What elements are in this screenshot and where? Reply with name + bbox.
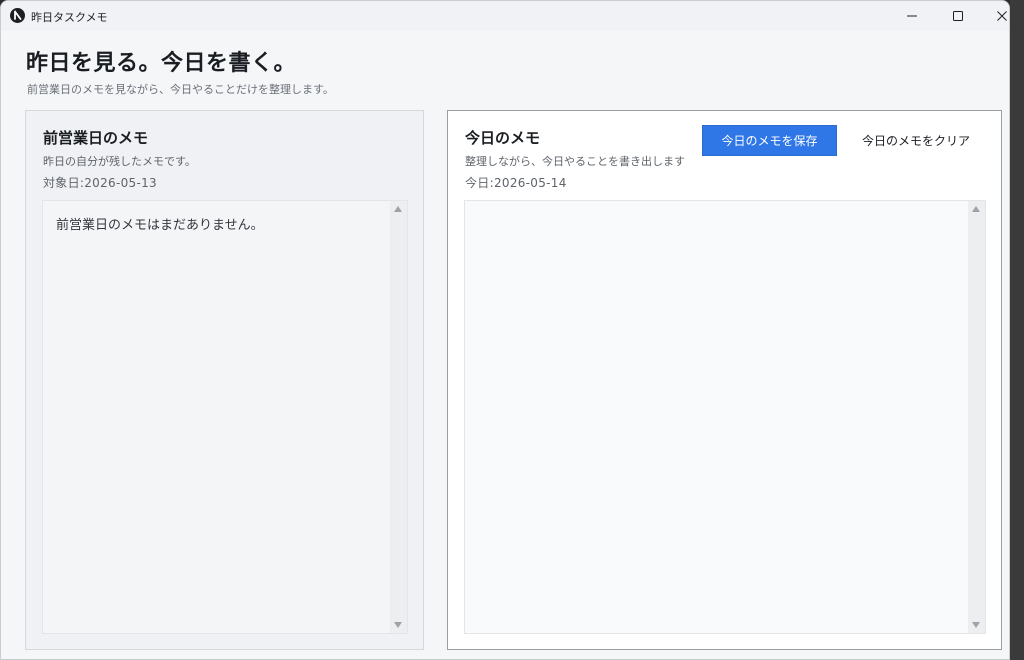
previous-memo-scrollbar[interactable] [390,201,407,633]
today-memo-textarea[interactable] [464,200,986,634]
today-memo-date: 今日:2026-05-14 [465,176,567,190]
previous-memo-panel: 前営業日のメモ 昨日の自分が残したメモです。 対象日:2026-05-13 前営… [25,110,424,650]
scroll-down-arrow-icon[interactable] [394,622,402,628]
today-memo-title: 今日のメモ [465,129,541,147]
maximize-button[interactable] [935,1,981,31]
close-button[interactable] [979,1,1009,31]
desktop-background [1010,0,1024,660]
scroll-down-arrow-icon[interactable] [972,622,980,628]
minimize-button[interactable] [889,1,935,31]
clear-today-memo-button[interactable]: 今日のメモをクリア [846,125,986,156]
close-icon [997,11,1007,21]
scroll-up-arrow-icon[interactable] [394,206,402,212]
previous-memo-description: 昨日の自分が残したメモです。 [43,155,196,168]
previous-memo-textarea[interactable]: 前営業日のメモはまだありません。 [42,200,408,634]
app-logo-icon [10,8,25,23]
maximize-icon [953,11,963,21]
today-memo-panel: 今日のメモ 整理しながら、今日やることを書き出します 今日:2026-05-14… [447,110,1002,650]
title-bar[interactable]: 昨日タスクメモ [1,1,1009,31]
today-memo-description: 整理しながら、今日やることを書き出します [465,155,685,168]
previous-memo-text: 前営業日のメモはまだありません。 [56,218,264,233]
previous-memo-date: 対象日:2026-05-13 [43,176,157,190]
today-memo-scrollbar[interactable] [968,201,985,633]
minimize-icon [907,15,917,17]
app-window: 昨日タスクメモ 昨日を見る。今日を書く。 前営業日のメモを見ながら、今日やること… [0,0,1010,660]
previous-memo-title: 前営業日のメモ [43,129,149,147]
page-title: 昨日を見る。今日を書く。 [26,51,297,76]
save-today-memo-button[interactable]: 今日のメモを保存 [702,125,837,156]
window-title: 昨日タスクメモ [31,11,108,24]
page-subtitle: 前営業日のメモを見ながら、今日やることだけを整理します。 [27,83,334,96]
scroll-up-arrow-icon[interactable] [972,206,980,212]
